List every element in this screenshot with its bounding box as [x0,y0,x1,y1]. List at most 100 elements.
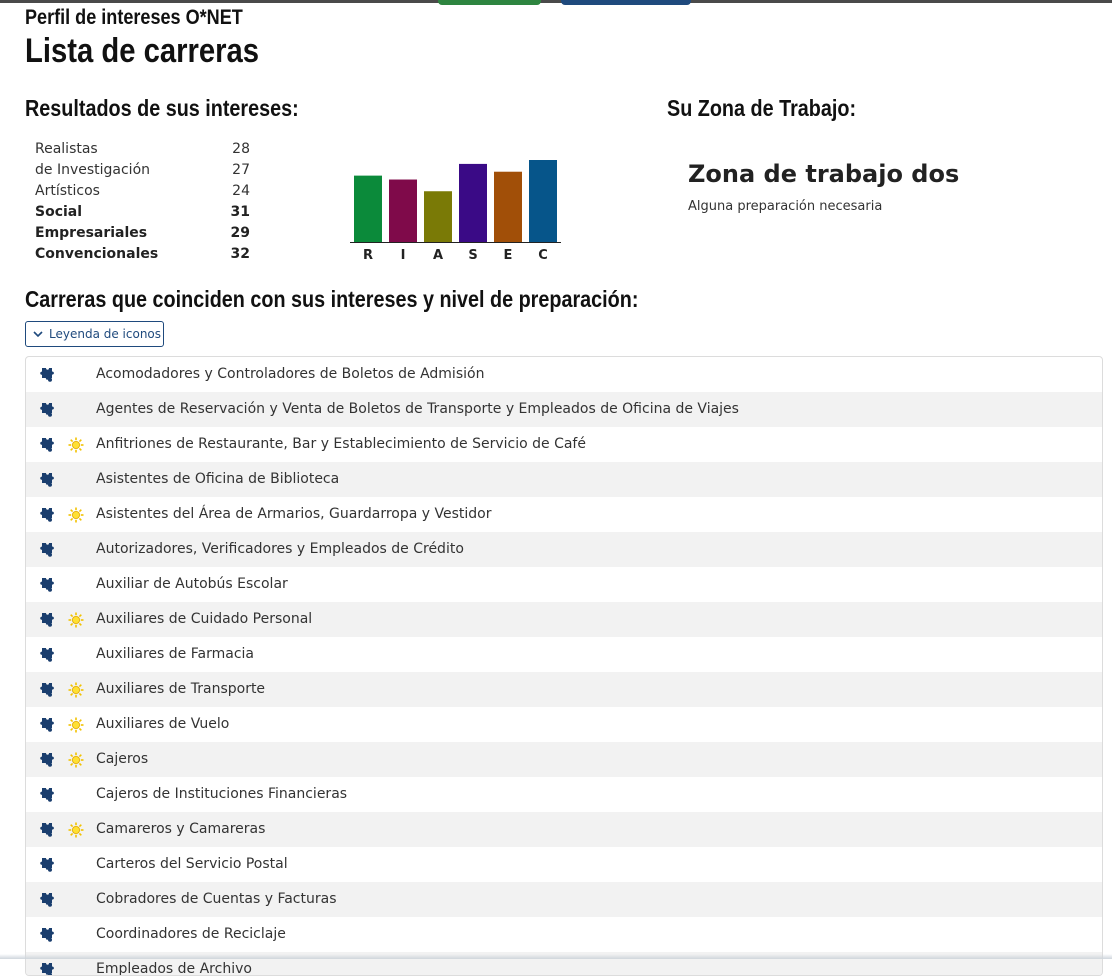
career-name[interactable]: Asistentes del Área de Armarios, Guardar… [96,497,491,532]
career-name[interactable]: Auxiliar de Autobús Escolar [96,567,288,602]
score-label: Realistas [35,141,98,157]
interest-scores: Realistas 28 de Investigación 27 Artísticos 2… [35,139,250,265]
category-label: S [468,248,477,263]
score-label: Artísticos [35,183,100,199]
career-row[interactable]: Auxiliar de Autobús Escolar [26,567,1102,602]
bar-i [389,179,417,242]
page-title: Lista de carreras [25,32,260,70]
puzzle-icon [40,962,54,975]
career-name[interactable]: Asistentes de Oficina de Biblioteca [96,462,339,497]
career-row[interactable]: Cobradores de Cuentas y Facturas [26,882,1102,917]
puzzle-icon [40,542,54,561]
score-value: 29 [230,225,250,241]
career-row[interactable]: Agentes de Reservación y Venta de Boleto… [26,392,1102,427]
icon-legend-button[interactable]: Leyenda de iconos [25,321,164,347]
score-value: 32 [230,246,250,262]
zone-heading: Su Zona de Trabajo: [667,95,857,121]
sun-icon [68,612,84,632]
career-name[interactable]: Cajeros de Instituciones Financieras [96,777,347,812]
puzzle-icon [40,367,54,386]
puzzle-icon [40,472,54,491]
career-row[interactable]: Anfitriones de Restaurante, Bar y Establ… [26,427,1102,462]
puzzle-icon [40,647,54,666]
puzzle-icon [40,822,54,841]
career-name[interactable]: Auxiliares de Cuidado Personal [96,602,312,637]
sun-icon [68,752,84,772]
sun-icon [68,822,84,842]
puzzle-icon [40,402,54,421]
puzzle-icon [40,437,54,456]
score-value: 31 [230,204,250,220]
score-row: de Investigación 27 [35,160,250,181]
career-name[interactable]: Auxiliares de Farmacia [96,637,254,672]
career-row[interactable]: Asistentes de Oficina de Biblioteca [26,462,1102,497]
category-label: I [401,248,406,263]
category-label: C [538,248,548,263]
career-name[interactable]: Camareros y Camareras [96,812,265,847]
bar-a [424,191,452,242]
career-name[interactable]: Acomodadores y Controladores de Boletos … [96,357,484,392]
career-name[interactable]: Cajeros [96,742,148,777]
sun-icon [68,507,84,527]
career-name[interactable]: Auxiliares de Vuelo [96,707,229,742]
score-label: Convencionales [35,246,159,262]
job-zone-title: Zona de trabajo dos [688,160,960,188]
career-name[interactable]: Agentes de Reservación y Venta de Boleto… [96,392,739,427]
career-name[interactable]: Cobradores de Cuentas y Facturas [96,882,337,917]
career-row[interactable]: Auxiliares de Vuelo [26,707,1102,742]
career-row[interactable]: Auxiliares de Transporte [26,672,1102,707]
category-label: E [504,248,513,263]
score-label: Empresariales [35,225,148,241]
puzzle-icon [40,787,54,806]
score-row: Social 31 [35,202,250,223]
career-name[interactable]: Auxiliares de Transporte [96,672,265,707]
tab-indicator-green[interactable] [438,0,541,5]
category-label: A [433,248,443,263]
bar-s [459,163,487,242]
score-row: Artísticos 24 [35,181,250,202]
sun-icon [68,682,84,702]
icon-legend-label: Leyenda de iconos [49,327,162,341]
bottom-edge [0,954,1112,959]
puzzle-icon [40,682,54,701]
career-row[interactable]: Cajeros de Instituciones Financieras [26,777,1102,812]
career-row[interactable]: Autorizadores, Verificadores y Empleados… [26,532,1102,567]
career-name[interactable]: Coordinadores de Reciclaje [96,917,286,952]
score-value: 28 [232,141,250,157]
results-heading: Resultados de sus intereses: [25,95,299,121]
puzzle-icon [40,857,54,876]
career-row[interactable]: Cajeros [26,742,1102,777]
career-name[interactable]: Carteros del Servicio Postal [96,847,288,882]
tab-indicator-blue[interactable] [561,0,691,5]
job-zone-subtitle: Alguna preparación necesaria [688,199,883,214]
score-value: 27 [232,162,250,178]
puzzle-icon [40,892,54,911]
career-row[interactable]: Carteros del Servicio Postal [26,847,1102,882]
chevron-down-icon [33,331,43,338]
career-row[interactable]: Acomodadores y Controladores de Boletos … [26,357,1102,392]
career-row[interactable]: Coordinadores de Reciclaje [26,917,1102,952]
riasec-bar-chart: RIASEC [350,160,561,263]
career-name[interactable]: Autorizadores, Verificadores y Empleados… [96,532,464,567]
puzzle-icon [40,752,54,771]
career-row[interactable]: Camareros y Camareras [26,812,1102,847]
career-row[interactable]: Auxiliares de Cuidado Personal [26,602,1102,637]
bar-r [354,175,382,242]
sun-icon [68,437,84,457]
score-row: Empresariales 29 [35,223,250,244]
page-supertitle: Perfil de intereses O*NET [25,6,243,29]
bar-c [529,160,557,242]
bar-e [494,171,522,242]
score-row: Convencionales 32 [35,244,250,265]
career-list: Acomodadores y Controladores de Boletos … [25,356,1103,976]
puzzle-icon [40,507,54,526]
career-row[interactable]: Auxiliares de Farmacia [26,637,1102,672]
career-name[interactable]: Anfitriones de Restaurante, Bar y Establ… [96,427,586,462]
category-label: R [363,248,373,263]
puzzle-icon [40,717,54,736]
top-bar [0,0,1112,3]
sun-icon [68,717,84,737]
score-label: de Investigación [35,162,151,178]
puzzle-icon [40,612,54,631]
career-row[interactable]: Asistentes del Área de Armarios, Guardar… [26,497,1102,532]
